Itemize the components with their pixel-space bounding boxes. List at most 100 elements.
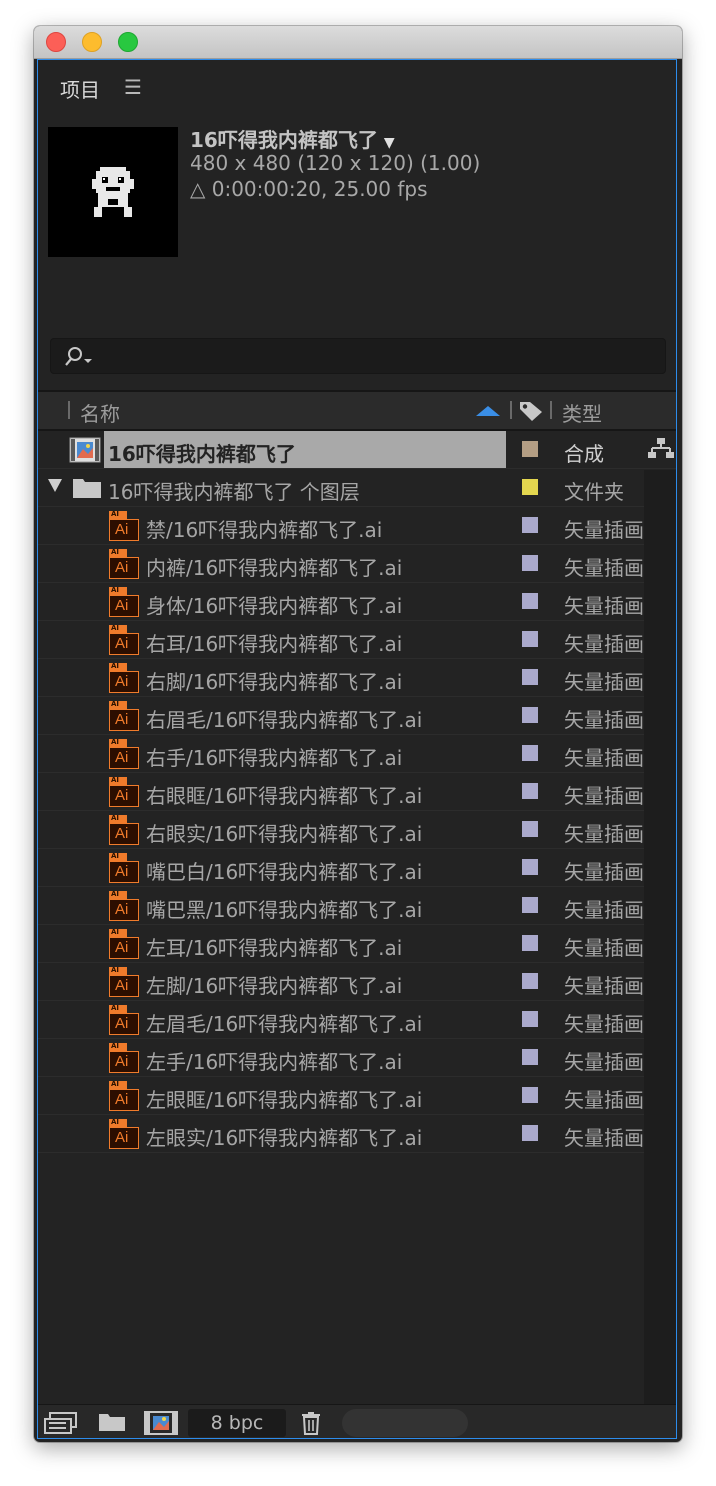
label-color-swatch[interactable] [522,821,538,837]
ai-badge-label: Ai [115,635,129,652]
illustrator-file-icon: AI Ai [109,1080,139,1111]
ai-badge-label: Ai [115,749,129,766]
table-row[interactable]: AI Ai 嘴巴白/16吓得我内裤都飞了.ai 矢量插画 [38,849,676,887]
dropdown-arrow-icon[interactable]: ▼ [384,135,395,151]
label-color-swatch[interactable] [522,1125,538,1141]
label-color-swatch[interactable] [522,859,538,875]
delete-icon[interactable] [300,1411,322,1438]
expand-collapse-icon[interactable] [48,479,62,492]
ai-badge-label: Ai [115,939,129,956]
label-color-swatch[interactable] [522,745,538,761]
table-row[interactable]: AI Ai 左眼实/16吓得我内裤都飞了.ai 矢量插画 [38,1115,676,1153]
item-name: 右手/16吓得我内裤都飞了.ai [146,746,403,770]
column-separator[interactable] [510,401,512,419]
ai-badge-tab: AI [111,510,120,518]
maximize-window-button[interactable] [118,32,138,52]
table-row[interactable]: AI Ai 右脚/16吓得我内裤都飞了.ai 矢量插画 [38,659,676,697]
item-name: 内裤/16吓得我内裤都飞了.ai [146,556,403,580]
label-color-swatch[interactable] [522,1087,538,1103]
label-color-swatch[interactable] [522,783,538,799]
table-row[interactable]: AI Ai 嘴巴黑/16吓得我内裤都飞了.ai 矢量插画 [38,887,676,925]
ai-badge-tab: AI [111,738,120,746]
label-color-swatch[interactable] [522,897,538,913]
label-color-swatch[interactable] [522,555,538,571]
column-name[interactable]: 名称 [80,398,120,427]
table-row[interactable]: AI Ai 右眉毛/16吓得我内裤都飞了.ai 矢量插画 [38,697,676,735]
item-type: 矢量插画 [564,518,644,542]
column-separator[interactable] [550,401,552,419]
composition-row[interactable]: 16吓得我内裤都飞了 合成 [38,431,676,469]
ai-badge-tab: AI [111,1118,120,1126]
illustrator-file-icon: AI Ai [109,1004,139,1035]
table-row[interactable]: AI Ai 左手/16吓得我内裤都飞了.ai 矢量插画 [38,1039,676,1077]
table-row[interactable]: AI Ai 禁/16吓得我内裤都飞了.ai 矢量插画 [38,507,676,545]
label-color-swatch[interactable] [522,1011,538,1027]
folder-row[interactable]: 16吓得我内裤都飞了 个图层 文件夹 [38,469,676,507]
hamburger-menu-icon[interactable]: ☰ [124,75,142,99]
ai-badge-label: Ai [115,787,129,804]
table-row[interactable]: AI Ai 左眼眶/16吓得我内裤都飞了.ai 矢量插画 [38,1077,676,1115]
horizontal-scrollbar[interactable] [342,1409,468,1437]
table-row[interactable]: AI Ai 右眼实/16吓得我内裤都飞了.ai 矢量插画 [38,811,676,849]
item-name: 禁/16吓得我内裤都飞了.ai [146,518,383,542]
item-type: 合成 [564,442,604,466]
sort-ascending-icon[interactable] [476,406,500,416]
bit-depth-button[interactable]: 8 bpc [188,1409,286,1437]
label-tag-icon[interactable] [518,400,544,427]
ai-badge-tab: AI [111,966,120,974]
label-color-swatch[interactable] [522,593,538,609]
table-row[interactable]: AI Ai 身体/16吓得我内裤都飞了.ai 矢量插画 [38,583,676,621]
project-items-list: 16吓得我内裤都飞了 合成 16吓得我内裤都飞了 个图层 文件夹 AI Ai 禁/16吓得我… [38,431,676,1153]
scroll-gutter [644,470,676,1415]
illustrator-file-icon: AI Ai [109,738,139,769]
ai-badge-label: Ai [115,825,129,842]
label-color-swatch[interactable] [522,935,538,951]
label-color-swatch[interactable] [522,707,538,723]
flowchart-icon[interactable] [648,437,674,465]
ai-badge-label: Ai [115,977,129,994]
label-color-swatch[interactable] [522,631,538,647]
panel-title[interactable]: 项目 [60,74,100,103]
new-folder-icon[interactable] [98,1411,126,1437]
column-type[interactable]: 类型 [562,398,602,427]
interpret-footage-icon[interactable] [44,1411,78,1438]
ai-badge-label: Ai [115,901,129,918]
item-name: 右眼眶/16吓得我内裤都飞了.ai [146,784,423,808]
table-row[interactable]: AI Ai 内裤/16吓得我内裤都飞了.ai 矢量插画 [38,545,676,583]
label-color-swatch[interactable] [522,517,538,533]
column-separator[interactable] [68,401,70,419]
item-name: 16吓得我内裤都飞了 个图层 [108,480,360,504]
illustrator-file-icon: AI Ai [109,548,139,579]
label-color-swatch[interactable] [522,669,538,685]
illustrator-file-icon: AI Ai [109,1042,139,1073]
label-color-swatch[interactable] [522,479,538,495]
illustrator-file-icon: AI Ai [109,890,139,921]
table-row[interactable]: AI Ai 左眉毛/16吓得我内裤都飞了.ai 矢量插画 [38,1001,676,1039]
illustrator-file-icon: AI Ai [109,776,139,807]
item-name: 右耳/16吓得我内裤都飞了.ai [146,632,403,656]
item-name: 嘴巴黑/16吓得我内裤都飞了.ai [146,898,423,922]
close-window-button[interactable] [46,32,66,52]
item-type: 矢量插画 [564,898,644,922]
label-color-swatch[interactable] [522,441,538,457]
ai-badge-tab: AI [111,586,120,594]
new-composition-icon[interactable] [144,1411,178,1438]
table-row[interactable]: AI Ai 右手/16吓得我内裤都飞了.ai 矢量插画 [38,735,676,773]
preview-comp-name[interactable]: 16吓得我内裤都飞了 ▼ [190,124,395,153]
item-type: 矢量插画 [564,1088,644,1112]
project-panel: 项目 ☰ 16吓得我内裤都飞了 ▼ 480 x 480 (120 x 120) … [37,59,677,1439]
search-input[interactable] [50,338,666,374]
table-row[interactable]: AI Ai 左脚/16吓得我内裤都飞了.ai 矢量插画 [38,963,676,1001]
table-row[interactable]: AI Ai 右耳/16吓得我内裤都飞了.ai 矢量插画 [38,621,676,659]
ai-badge-tab: AI [111,624,120,632]
illustrator-file-icon: AI Ai [109,928,139,959]
item-type: 矢量插画 [564,556,644,580]
ai-badge-label: Ai [115,1053,129,1070]
label-color-swatch[interactable] [522,1049,538,1065]
table-row[interactable]: AI Ai 右眼眶/16吓得我内裤都飞了.ai 矢量插画 [38,773,676,811]
label-color-swatch[interactable] [522,973,538,989]
ai-badge-tab: AI [111,548,120,556]
table-row[interactable]: AI Ai 左耳/16吓得我内裤都飞了.ai 矢量插画 [38,925,676,963]
minimize-window-button[interactable] [82,32,102,52]
item-type: 文件夹 [564,480,624,504]
